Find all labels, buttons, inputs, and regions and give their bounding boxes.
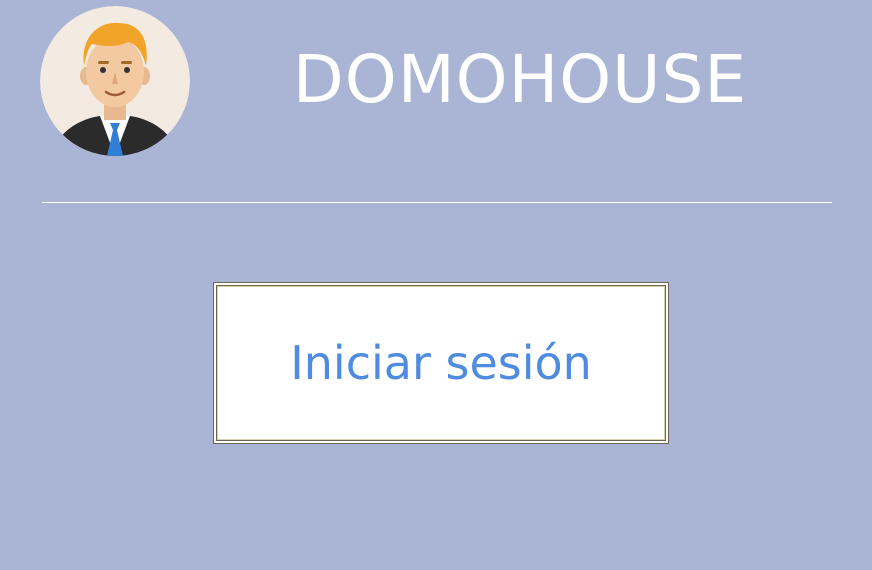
user-avatar-icon bbox=[40, 6, 190, 156]
login-button[interactable]: Iniciar sesión bbox=[213, 282, 669, 444]
login-button-label: Iniciar sesión bbox=[290, 336, 592, 390]
page-title: DOMOHOUSE bbox=[292, 41, 748, 118]
header-divider bbox=[42, 202, 832, 203]
avatar bbox=[40, 6, 190, 156]
